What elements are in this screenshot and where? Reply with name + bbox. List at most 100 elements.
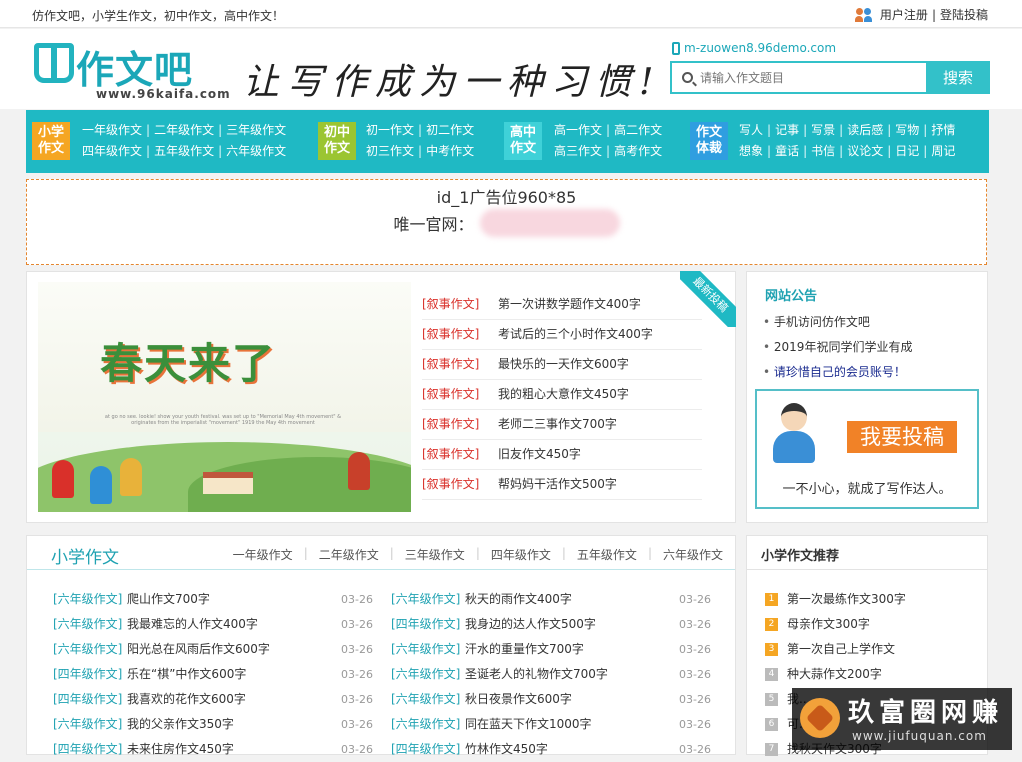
- article-grade[interactable]: [四年级作文]: [391, 612, 460, 637]
- register-link[interactable]: 用户注册: [880, 6, 928, 23]
- article-grade[interactable]: [六年级作文]: [53, 637, 122, 662]
- article-title[interactable]: 乐在“棋”中作文600字: [127, 662, 246, 687]
- nav-link[interactable]: 四年级作文: [82, 144, 142, 158]
- latest-item[interactable]: [叙事作文] 旧友作文450字: [422, 440, 702, 470]
- section-title[interactable]: 小学作文: [51, 543, 119, 568]
- nav-link[interactable]: 书信: [811, 144, 835, 158]
- article-grade[interactable]: [六年级作文]: [53, 587, 122, 612]
- article-title[interactable]: 阳光总在风雨后作文600字: [127, 637, 270, 662]
- nav-badge-1[interactable]: 初中作文: [318, 122, 356, 160]
- latest-title[interactable]: 帮妈妈干活作文500字: [498, 470, 617, 499]
- article-grade[interactable]: [六年级作文]: [391, 637, 460, 662]
- nav-link[interactable]: 高二作文: [614, 123, 662, 137]
- nav-link[interactable]: 写物: [895, 123, 919, 137]
- grade-tab[interactable]: 六年级作文: [663, 546, 723, 563]
- recommend-item[interactable]: 3 第一次自己上学作文: [765, 637, 906, 662]
- latest-category[interactable]: [叙事作文]: [422, 470, 479, 499]
- nav-link[interactable]: 中考作文: [426, 144, 474, 158]
- grade-tab[interactable]: 二年级作文: [319, 546, 379, 563]
- nav-link[interactable]: 抒情: [931, 123, 955, 137]
- latest-item[interactable]: [叙事作文] 老师二三事作文700字: [422, 410, 702, 440]
- latest-title[interactable]: 最快乐的一天作文600字: [498, 350, 629, 379]
- article-grade[interactable]: [六年级作文]: [391, 587, 460, 612]
- nav-link[interactable]: 五年级作文: [154, 144, 214, 158]
- nav-link[interactable]: 日记: [895, 144, 919, 158]
- article-row[interactable]: [六年级作文] 爬山作文700字 03-26: [53, 587, 373, 612]
- nav-link[interactable]: 读后感: [847, 123, 883, 137]
- article-row[interactable]: [四年级作文] 我身边的达人作文500字 03-26: [391, 612, 711, 637]
- recommend-title-link[interactable]: 第一次最练作文300字: [787, 592, 906, 606]
- article-title[interactable]: 秋天的雨作文400字: [465, 587, 572, 612]
- latest-category[interactable]: [叙事作文]: [422, 350, 479, 379]
- article-row[interactable]: [六年级作文] 同在蓝天下作文1000字 03-26: [391, 712, 711, 737]
- latest-category[interactable]: [叙事作文]: [422, 320, 479, 349]
- article-row[interactable]: [六年级作文] 阳光总在风雨后作文600字 03-26: [53, 637, 373, 662]
- nav-link[interactable]: 童话: [775, 144, 799, 158]
- latest-category[interactable]: [叙事作文]: [422, 440, 479, 469]
- login-link[interactable]: 登陆投稿: [940, 6, 988, 23]
- nav-link[interactable]: 周记: [931, 144, 955, 158]
- recommend-item[interactable]: 2 母亲作文300字: [765, 612, 906, 637]
- nav-link[interactable]: 写景: [811, 123, 835, 137]
- nav-link[interactable]: 初三作文: [366, 144, 414, 158]
- latest-title[interactable]: 我的粗心大意作文450字: [498, 380, 629, 409]
- article-grade[interactable]: [六年级作文]: [391, 712, 460, 737]
- nav-link[interactable]: 二年级作文: [154, 123, 214, 137]
- nav-link[interactable]: 三年级作文: [226, 123, 286, 137]
- latest-category[interactable]: [叙事作文]: [422, 410, 479, 439]
- recommend-item[interactable]: 1 第一次最练作文300字: [765, 587, 906, 612]
- grade-tab[interactable]: 一年级作文: [233, 546, 293, 563]
- article-row[interactable]: [六年级作文] 汗水的重量作文700字 03-26: [391, 637, 711, 662]
- featured-banner-image[interactable]: 春天来了 at go no see. lookie! show your you…: [38, 282, 411, 512]
- article-row[interactable]: [四年级作文] 乐在“棋”中作文600字 03-26: [53, 662, 373, 687]
- article-grade[interactable]: [六年级作文]: [391, 687, 460, 712]
- grade-tab[interactable]: 三年级作文: [405, 546, 465, 563]
- article-title[interactable]: 同在蓝天下作文1000字: [465, 712, 592, 737]
- article-grade[interactable]: [四年级作文]: [53, 662, 122, 687]
- latest-category[interactable]: [叙事作文]: [422, 290, 479, 319]
- latest-category[interactable]: [叙事作文]: [422, 380, 479, 409]
- recommend-title-link[interactable]: 母亲作文300字: [787, 617, 870, 631]
- article-row[interactable]: [六年级作文] 圣诞老人的礼物作文700字 03-26: [391, 662, 711, 687]
- article-title[interactable]: 我的父亲作文350字: [127, 712, 234, 737]
- recommend-item[interactable]: 4 种大蒜作文200字: [765, 662, 906, 687]
- article-row[interactable]: [四年级作文] 我喜欢的花作文600字 03-26: [53, 687, 373, 712]
- latest-item[interactable]: [叙事作文] 第一次讲数学题作文400字: [422, 290, 702, 320]
- nav-badge-2[interactable]: 高中作文: [504, 122, 542, 160]
- recommend-title-link[interactable]: 第一次自己上学作文: [787, 642, 895, 656]
- latest-item[interactable]: [叙事作文] 帮妈妈干活作文500字: [422, 470, 702, 500]
- ad-banner[interactable]: id_1广告位960*85 唯一官网：: [26, 179, 987, 265]
- contribute-button[interactable]: 我要投稿: [847, 421, 957, 453]
- mobile-site-link[interactable]: m-zuowen8.96demo.com: [672, 41, 836, 55]
- nav-link[interactable]: 初二作文: [426, 123, 474, 137]
- article-title[interactable]: 圣诞老人的礼物作文700字: [465, 662, 608, 687]
- latest-title[interactable]: 老师二三事作文700字: [498, 410, 617, 439]
- grade-tab[interactable]: 五年级作文: [577, 546, 637, 563]
- latest-item[interactable]: [叙事作文] 我的粗心大意作文450字: [422, 380, 702, 410]
- recommend-title-link[interactable]: 种大蒜作文200字: [787, 667, 882, 681]
- latest-title[interactable]: 考试后的三个小时作文400字: [498, 320, 653, 349]
- nav-link[interactable]: 初一作文: [366, 123, 414, 137]
- article-grade[interactable]: [六年级作文]: [53, 612, 122, 637]
- search-input[interactable]: [700, 67, 920, 89]
- article-row[interactable]: [六年级作文] 我的父亲作文350字 03-26: [53, 712, 373, 737]
- article-row[interactable]: [六年级作文] 秋天的雨作文400字 03-26: [391, 587, 711, 612]
- article-title[interactable]: 秋日夜景作文600字: [465, 687, 572, 712]
- article-row[interactable]: [六年级作文] 秋日夜景作文600字 03-26: [391, 687, 711, 712]
- nav-link[interactable]: 写人: [739, 123, 763, 137]
- search-button[interactable]: 搜索: [926, 61, 990, 94]
- latest-item[interactable]: [叙事作文] 最快乐的一天作文600字: [422, 350, 702, 380]
- latest-title[interactable]: 旧友作文450字: [498, 440, 581, 469]
- article-title[interactable]: 汗水的重量作文700字: [465, 637, 584, 662]
- nav-link[interactable]: 六年级作文: [226, 144, 286, 158]
- nav-link[interactable]: 高三作文: [554, 144, 602, 158]
- nav-link[interactable]: 一年级作文: [82, 123, 142, 137]
- article-row[interactable]: [六年级作文] 我最难忘的人作文400字 03-26: [53, 612, 373, 637]
- nav-link[interactable]: 高一作文: [554, 123, 602, 137]
- article-grade[interactable]: [六年级作文]: [391, 662, 460, 687]
- notice-item[interactable]: 请珍惜自己的会员账号！: [763, 360, 912, 385]
- notice-item[interactable]: 手机访问仿作文吧: [763, 310, 912, 335]
- notice-item[interactable]: 2019年祝同学们学业有成: [763, 335, 913, 360]
- nav-link[interactable]: 记事: [775, 123, 799, 137]
- nav-link[interactable]: 高考作文: [614, 144, 662, 158]
